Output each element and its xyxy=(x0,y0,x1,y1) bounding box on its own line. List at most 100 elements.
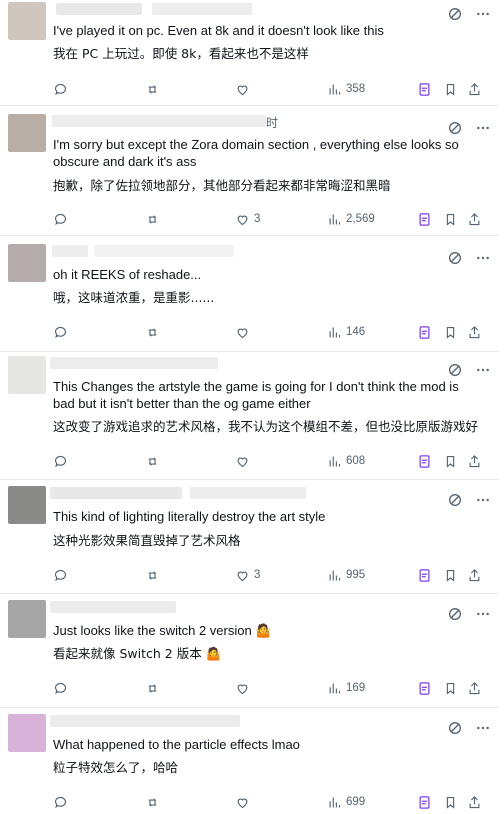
reply-text: This Changes the artstyle the game is go… xyxy=(53,379,459,411)
grok-icon[interactable] xyxy=(447,606,463,622)
grok-button[interactable] xyxy=(417,323,432,341)
views-button[interactable]: 699 xyxy=(327,793,365,811)
reply-button[interactable] xyxy=(53,210,68,228)
share-icon xyxy=(469,681,480,694)
grok-icon xyxy=(419,795,430,809)
reply-translation: 这种光影效果简直毁掉了艺术风格 xyxy=(53,533,241,548)
views-button[interactable]: 995 xyxy=(327,566,365,584)
redacted-username xyxy=(50,357,218,369)
more-icon[interactable] xyxy=(475,120,491,136)
share-button[interactable] xyxy=(467,566,482,584)
share-button[interactable] xyxy=(467,80,482,98)
reply-item[interactable]: What happened to the particle effects lm… xyxy=(0,708,499,814)
like-icon xyxy=(237,684,248,694)
share-button[interactable] xyxy=(467,679,482,697)
repost-button[interactable] xyxy=(145,323,160,341)
reply-button[interactable] xyxy=(53,80,68,98)
share-button[interactable] xyxy=(467,452,482,470)
reply-icon xyxy=(54,682,67,694)
avatar[interactable] xyxy=(8,356,46,394)
views-count: 358 xyxy=(346,83,366,95)
reply-button[interactable] xyxy=(53,566,68,584)
share-icon xyxy=(469,212,480,225)
reply-button[interactable] xyxy=(53,679,68,697)
repost-button[interactable] xyxy=(145,793,160,811)
like-button[interactable] xyxy=(235,793,254,811)
reply-icon xyxy=(54,83,67,95)
reply-item[interactable]: This Changes the artstyle the game is go… xyxy=(0,352,499,480)
repost-button[interactable] xyxy=(145,210,160,228)
more-icon[interactable] xyxy=(475,6,491,22)
avatar[interactable] xyxy=(8,244,46,282)
share-button[interactable] xyxy=(467,323,482,341)
grok-icon[interactable] xyxy=(447,6,463,22)
bookmark-button[interactable] xyxy=(443,793,458,811)
like-button[interactable]: 3 xyxy=(235,566,260,584)
grok-icon[interactable] xyxy=(447,720,463,736)
reply-item[interactable]: Just looks like the switch 2 version 🤷 看… xyxy=(0,594,499,708)
views-button[interactable]: 169 xyxy=(327,679,365,697)
like-button[interactable] xyxy=(235,80,254,98)
more-icon[interactable] xyxy=(475,492,491,508)
avatar[interactable] xyxy=(8,714,46,752)
grok-button[interactable] xyxy=(417,793,432,811)
like-button[interactable] xyxy=(235,452,254,470)
reply-text: oh it REEKS of reshade... xyxy=(53,267,202,282)
views-button[interactable]: 146 xyxy=(327,323,365,341)
avatar[interactable] xyxy=(8,114,46,152)
grok-icon[interactable] xyxy=(447,250,463,266)
reply-item[interactable]: This kind of lighting literally destroy … xyxy=(0,480,499,594)
redacted-handle xyxy=(94,245,234,257)
redacted-username xyxy=(50,715,240,727)
reply-button[interactable] xyxy=(53,452,68,470)
views-icon xyxy=(329,797,341,807)
share-icon xyxy=(469,82,480,95)
grok-icon[interactable] xyxy=(447,362,463,378)
more-icon[interactable] xyxy=(475,720,491,736)
bookmark-button[interactable] xyxy=(443,210,458,228)
bookmark-button[interactable] xyxy=(443,566,458,584)
bookmark-button[interactable] xyxy=(443,452,458,470)
grok-button[interactable] xyxy=(417,452,432,470)
reply-button[interactable] xyxy=(53,793,68,811)
action-bar: 169 xyxy=(53,679,499,697)
repost-button[interactable] xyxy=(145,566,160,584)
more-icon[interactable] xyxy=(475,250,491,266)
views-count: 995 xyxy=(346,569,366,581)
views-button[interactable]: 2,569 xyxy=(327,210,375,228)
repost-button[interactable] xyxy=(145,679,160,697)
repost-button[interactable] xyxy=(145,80,160,98)
bookmark-button[interactable] xyxy=(443,80,458,98)
like-button[interactable] xyxy=(235,679,254,697)
more-icon[interactable] xyxy=(475,606,491,622)
reply-item[interactable]: oh it REEKS of reshade... 哦，这味道浓重，是重影...… xyxy=(0,236,499,352)
reply-item[interactable]: 时 I'm sorry but except the Zora domain s… xyxy=(0,106,499,236)
bookmark-button[interactable] xyxy=(443,323,458,341)
grok-icon[interactable] xyxy=(447,120,463,136)
repost-button[interactable] xyxy=(145,452,160,470)
avatar[interactable] xyxy=(8,2,46,40)
bookmark-button[interactable] xyxy=(443,679,458,697)
grok-button[interactable] xyxy=(417,210,432,228)
redacted-username xyxy=(56,3,142,15)
repost-icon xyxy=(148,327,157,337)
grok-button[interactable] xyxy=(417,679,432,697)
like-button[interactable] xyxy=(235,323,254,341)
grok-icon[interactable] xyxy=(447,492,463,508)
reply-item[interactable]: I've played it on pc. Even at 8k and it … xyxy=(0,0,499,106)
like-count: 3 xyxy=(254,213,261,225)
grok-button[interactable] xyxy=(417,80,432,98)
avatar[interactable] xyxy=(8,600,46,638)
views-icon xyxy=(329,214,341,224)
views-button[interactable]: 358 xyxy=(327,80,365,98)
bookmark-icon xyxy=(446,682,455,695)
share-button[interactable] xyxy=(467,210,482,228)
grok-button[interactable] xyxy=(417,566,432,584)
like-button[interactable]: 3 xyxy=(235,210,260,228)
more-icon[interactable] xyxy=(475,362,491,378)
redacted-handle xyxy=(152,3,252,15)
reply-button[interactable] xyxy=(53,323,68,341)
share-button[interactable] xyxy=(467,793,482,811)
avatar[interactable] xyxy=(8,486,46,524)
views-button[interactable]: 608 xyxy=(327,452,365,470)
